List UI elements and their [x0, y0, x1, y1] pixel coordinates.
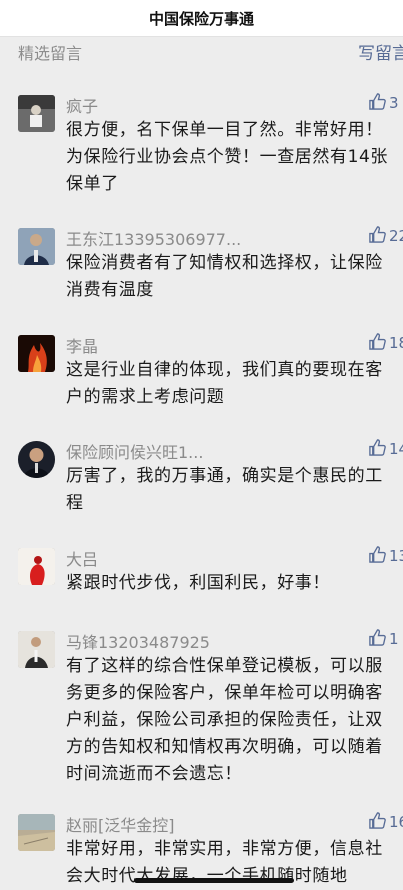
- like-count: 13: [389, 547, 403, 565]
- commenter-name: 大吕: [66, 550, 99, 569]
- like-button[interactable]: 13: [368, 544, 403, 568]
- avatar[interactable]: [18, 335, 55, 372]
- like-button[interactable]: 1: [368, 627, 399, 651]
- commenter-name: 保险顾问侯兴旺1...: [66, 443, 204, 462]
- like-count: 3: [389, 94, 399, 112]
- avatar[interactable]: [18, 548, 55, 585]
- thumbs-up-icon: [368, 332, 389, 355]
- comment-text: 紧跟时代步伐，利国利民，好事！: [66, 573, 330, 593]
- comment-text: 有了这样的综合性保单登记模板，可以服务更多的保险客户，保单年检可以明确客户利益，…: [66, 656, 383, 784]
- comment-text: 这是行业自律的体现，我们真的要现在客户的需求上考虑问题: [66, 360, 383, 407]
- home-indicator[interactable]: [134, 878, 294, 883]
- like-button[interactable]: 3: [368, 91, 399, 115]
- thumbs-up-icon: [368, 92, 389, 115]
- comment-text: 很方便，名下保单一目了然。非常好用！为保险行业协会点个赞！一查居然有14张保单了: [66, 120, 389, 194]
- commenter-name: 王东江13395306977...: [66, 230, 242, 249]
- commenter-name: 疯子: [66, 97, 99, 116]
- comment-list: 疯子 3 很方便，名下保单一目了然。非常好用！为保险行业协会点个赞！一查居然有1…: [0, 0, 403, 890]
- like-button[interactable]: 22: [368, 224, 403, 248]
- like-count: 16: [389, 813, 403, 831]
- avatar[interactable]: [18, 441, 55, 478]
- like-button[interactable]: 14: [368, 437, 403, 461]
- like-count: 1: [389, 630, 399, 648]
- avatar[interactable]: [18, 814, 55, 851]
- thumbs-up-icon: [368, 545, 389, 568]
- like-count: 22: [389, 227, 403, 245]
- thumbs-up-icon: [368, 628, 389, 651]
- avatar[interactable]: [18, 228, 55, 265]
- comment-text: 保险消费者有了知情权和选择权，让保险消费有温度: [66, 253, 383, 300]
- commenter-name: 赵丽[泛华金控]: [66, 816, 175, 835]
- thumbs-up-icon: [368, 811, 389, 834]
- commenter-name: 马锋13203487925: [66, 633, 210, 652]
- comment-text: 厉害了，我的万事通，确实是个惠民的工程: [66, 466, 383, 513]
- commenter-name: 李晶: [66, 337, 99, 356]
- thumbs-up-icon: [368, 225, 389, 248]
- thumbs-up-icon: [368, 438, 389, 461]
- like-button[interactable]: 18: [368, 331, 403, 355]
- like-button[interactable]: 16: [368, 810, 403, 834]
- like-count: 14: [389, 440, 403, 458]
- like-count: 18: [389, 334, 403, 352]
- avatar[interactable]: [18, 95, 55, 132]
- avatar[interactable]: [18, 631, 55, 668]
